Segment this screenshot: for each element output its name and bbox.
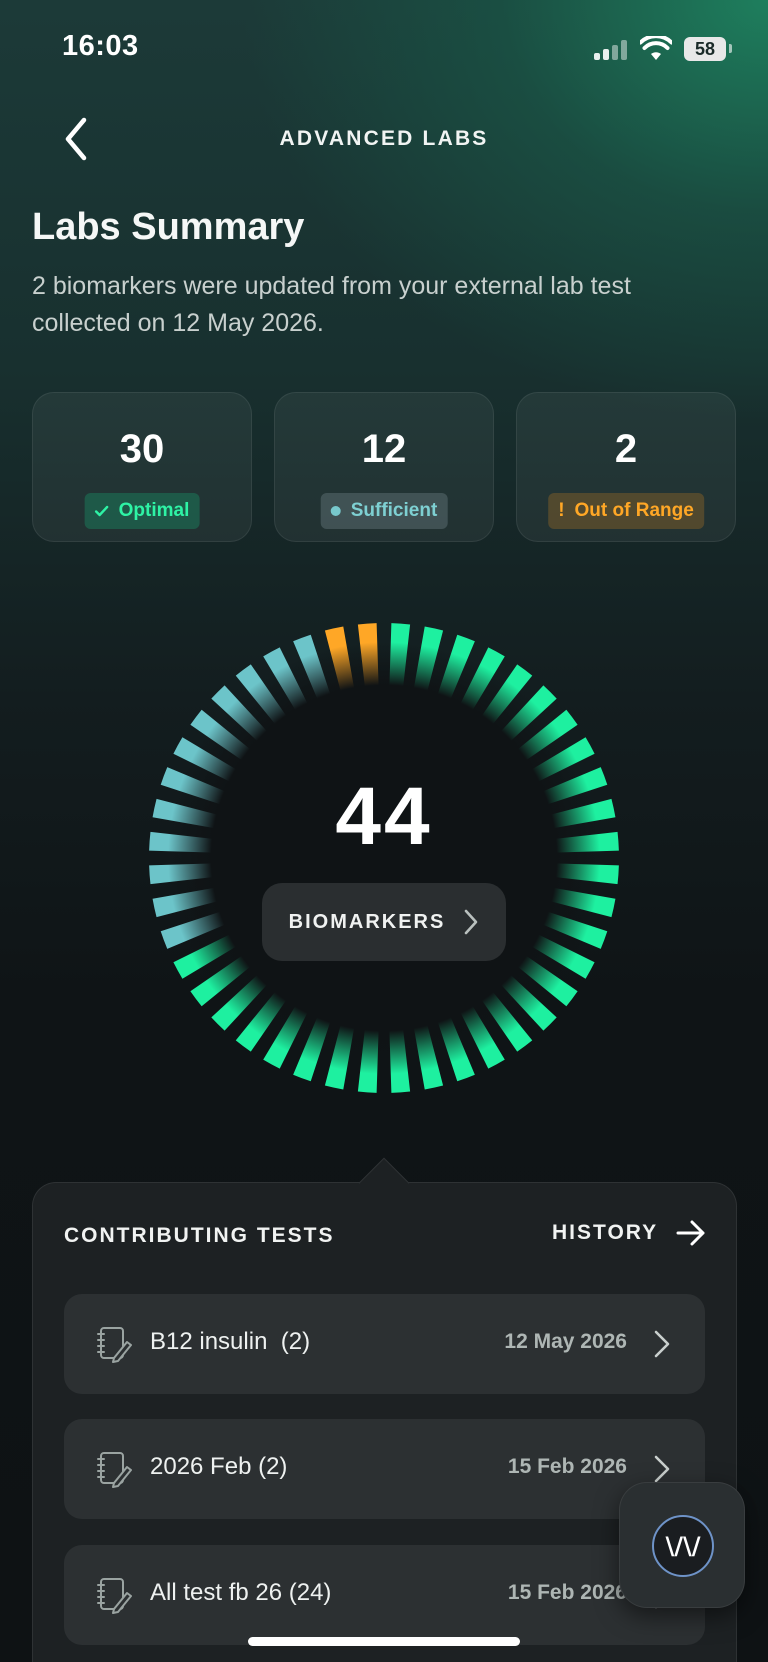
- history-button[interactable]: HISTORY: [552, 1220, 706, 1246]
- status-badge-sufficient: Sufficient: [320, 493, 448, 529]
- test-name: All test fb 26 (24): [150, 1579, 332, 1606]
- badge-label: Out of Range: [574, 500, 694, 521]
- lab-report-icon: [97, 1578, 132, 1614]
- test-name: 2026 Feb (2): [150, 1453, 288, 1480]
- biomarker-total: 44: [335, 771, 433, 862]
- chevron-right-icon: [654, 1455, 670, 1483]
- page-title: ADVANCED LABS: [279, 127, 489, 150]
- badge-label: Sufficient: [350, 500, 438, 521]
- status-time: 16:03: [62, 30, 139, 62]
- chevron-right-icon: [465, 909, 478, 935]
- status-badge-out-of-range: ! Out of Range: [548, 493, 704, 529]
- contributing-tests-title: CONTRIBUTING TESTS: [64, 1224, 335, 1247]
- test-date: 15 Feb 2026: [507, 1455, 627, 1478]
- lab-report-icon: [97, 1452, 132, 1488]
- exclamation-icon: !: [558, 500, 565, 521]
- stat-value: 12: [361, 427, 407, 471]
- biomarker-ring: 44 BIOMARKERS: [144, 618, 624, 1098]
- test-name: B12 insulin (2): [150, 1328, 311, 1355]
- stat-value: 30: [119, 427, 165, 471]
- battery-indicator: 58: [684, 37, 726, 61]
- status-bar: 16:03 58: [0, 0, 768, 100]
- test-date: 15 Feb 2026: [507, 1581, 627, 1604]
- history-label: HISTORY: [552, 1221, 659, 1244]
- summary-subtitle: 2 biomarkers were updated from your exte…: [32, 272, 631, 337]
- biomarkers-button[interactable]: BIOMARKERS: [262, 883, 506, 961]
- wifi-icon: [640, 36, 672, 60]
- stat-card-sufficient[interactable]: 12 Sufficient: [274, 392, 494, 542]
- arrow-right-icon: [676, 1220, 705, 1246]
- check-icon: [94, 505, 109, 517]
- battery-tip: [729, 44, 732, 53]
- stat-card-optimal[interactable]: 30 Optimal: [32, 392, 252, 542]
- summary-title: Labs Summary: [32, 206, 305, 248]
- nav-bar: ADVANCED LABS: [0, 110, 768, 170]
- home-indicator: [248, 1637, 520, 1646]
- test-row[interactable]: B12 insulin (2) 12 May 2026: [64, 1294, 705, 1394]
- status-badge-optimal: Optimal: [84, 493, 200, 529]
- chevron-right-icon: [654, 1330, 670, 1358]
- test-date: 12 May 2026: [504, 1330, 627, 1353]
- lab-report-icon: [97, 1327, 132, 1363]
- stat-value: 2: [614, 427, 638, 471]
- badge-label: Optimal: [118, 500, 190, 521]
- assistant-logo-icon: \/\/: [652, 1515, 714, 1577]
- biomarkers-button-label: BIOMARKERS: [288, 910, 446, 933]
- test-row[interactable]: All test fb 26 (24) 15 Feb 2026: [64, 1545, 705, 1645]
- dot-icon: [330, 506, 341, 516]
- cellular-signal-icon: [594, 40, 628, 60]
- test-row[interactable]: 2026 Feb (2) 15 Feb 2026: [64, 1419, 705, 1519]
- stat-card-out-of-range[interactable]: 2 ! Out of Range: [516, 392, 736, 542]
- assistant-button[interactable]: \/\/: [619, 1482, 745, 1608]
